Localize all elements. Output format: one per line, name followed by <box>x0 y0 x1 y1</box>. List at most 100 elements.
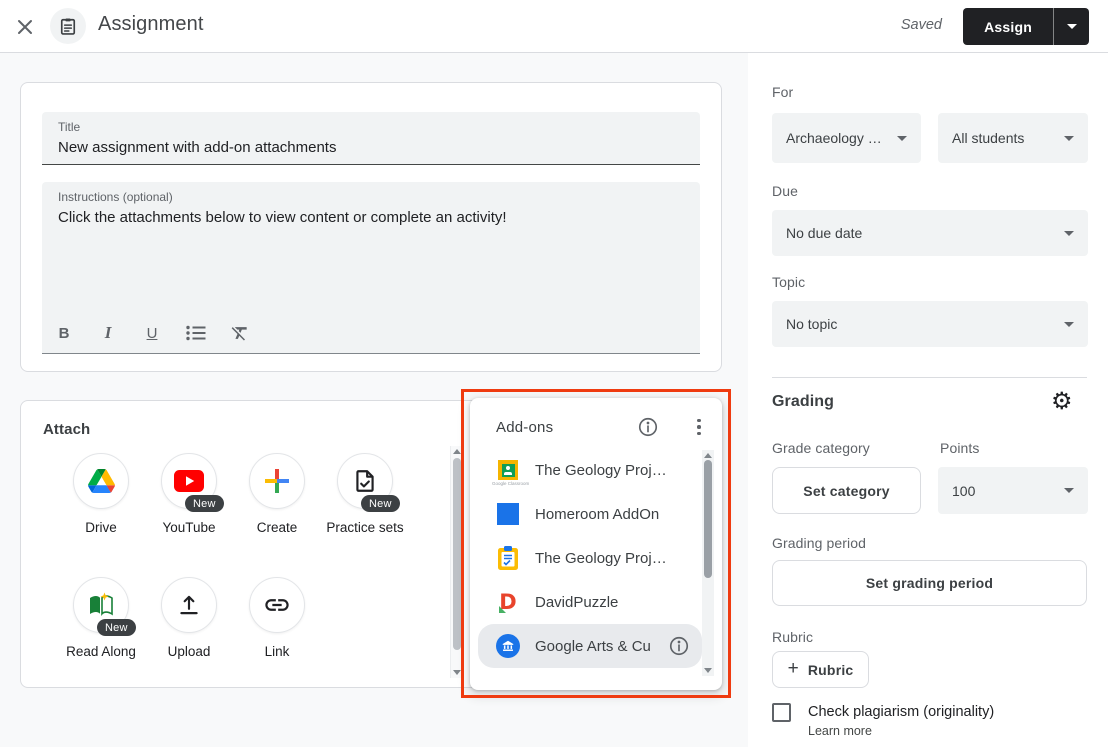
instructions-field-label: Instructions (optional) <box>58 190 684 205</box>
addon-name: The Geology Proj… <box>535 550 667 567</box>
upload-icon <box>161 577 217 633</box>
bulleted-list-button[interactable] <box>182 319 210 347</box>
gear-icon[interactable]: ⚙ <box>1051 390 1073 414</box>
attach-read-along-button[interactable]: Read Along New <box>57 577 145 662</box>
attach-youtube-button[interactable]: YouTube New <box>145 453 233 538</box>
learn-more-link[interactable]: Learn more <box>808 724 872 738</box>
grading-period-label: Grading period <box>772 535 866 551</box>
attach-drive-label: Drive <box>57 518 145 538</box>
page-title: Assignment <box>98 13 204 36</box>
close-icon[interactable] <box>13 15 37 39</box>
more-options-icon[interactable] <box>691 416 707 438</box>
addon-row-homeroom[interactable]: Homeroom AddOn <box>478 492 702 536</box>
addon-name: Google Arts & Cu <box>535 638 651 655</box>
plus-icon: + <box>788 658 799 680</box>
addon-name: The Geology Proj… <box>535 462 667 479</box>
title-field[interactable]: Title New assignment with add-on attachm… <box>42 112 700 165</box>
addons-scrollbar[interactable] <box>702 450 714 676</box>
students-select[interactable]: All students <box>938 113 1088 163</box>
scrollbar-thumb[interactable] <box>704 460 712 578</box>
chevron-down-icon <box>897 136 907 141</box>
addon-name: Homeroom AddOn <box>535 506 659 523</box>
chevron-down-icon <box>1064 322 1074 327</box>
settings-sidebar: For Archaeology … All students Due No du… <box>748 53 1108 747</box>
add-rubric-button-label: Rubric <box>808 662 854 678</box>
classroom-caption: Google Classroom <box>492 481 528 486</box>
info-icon[interactable] <box>637 416 659 438</box>
attach-create-button[interactable]: Create <box>233 453 321 538</box>
grading-heading: Grading <box>772 393 834 411</box>
attach-read-along-label: Read Along <box>57 642 145 662</box>
assign-options-button[interactable] <box>1053 8 1089 45</box>
attach-drive-button[interactable]: Drive <box>57 453 145 538</box>
class-select[interactable]: Archaeology … <box>772 113 921 163</box>
grading-divider <box>772 377 1087 378</box>
new-badge: New <box>361 495 400 512</box>
scroll-up-icon[interactable] <box>704 453 712 458</box>
scroll-up-icon[interactable] <box>453 449 461 454</box>
blue-square-icon <box>496 502 520 526</box>
topic-label: Topic <box>772 274 805 290</box>
title-field-label: Title <box>58 120 684 135</box>
set-grading-period-button[interactable]: Set grading period <box>772 560 1087 606</box>
add-rubric-button[interactable]: + Rubric <box>772 651 869 688</box>
due-label: Due <box>772 183 798 199</box>
attach-scrollbar[interactable] <box>450 446 462 678</box>
set-category-button[interactable]: Set category <box>772 467 921 514</box>
addon-row-geology-2[interactable]: The Geology Proj… <box>478 536 702 580</box>
for-label: For <box>772 84 793 100</box>
plagiarism-checkbox[interactable] <box>772 703 791 722</box>
assignment-form-card: Title New assignment with add-on attachm… <box>20 82 722 372</box>
due-date-value: No due date <box>786 225 1056 241</box>
davidpuzzle-d-icon: D <box>496 590 520 614</box>
formatting-toolbar: B I U <box>42 313 700 353</box>
attach-practice-sets-button[interactable]: Practice sets New <box>321 453 409 538</box>
clear-formatting-button[interactable] <box>226 319 254 347</box>
addon-row-davidpuzzle[interactable]: D DavidPuzzle <box>478 580 702 624</box>
class-select-value: Archaeology … <box>786 130 889 146</box>
addons-popup: Add-ons Google Classroom The Geology Pro… <box>470 398 722 690</box>
scrollbar-thumb[interactable] <box>453 458 461 650</box>
chevron-down-icon <box>1067 24 1077 29</box>
attach-link-button[interactable]: Link <box>233 577 321 662</box>
assignment-editor: For Archaeology … All students Due No du… <box>0 0 1108 747</box>
addon-row-geology-1[interactable]: Google Classroom The Geology Proj… <box>478 448 702 492</box>
assignment-icon <box>50 8 86 44</box>
chevron-down-icon <box>1064 231 1074 236</box>
assign-button[interactable]: Assign <box>963 8 1053 45</box>
topic-select[interactable]: No topic <box>772 301 1088 347</box>
topic-value: No topic <box>786 316 1056 332</box>
attach-upload-button[interactable]: Upload <box>145 577 233 662</box>
saved-status: Saved <box>901 17 942 33</box>
instructions-field-value: Click the attachments below to view cont… <box>58 208 684 228</box>
attach-youtube-label: YouTube <box>145 518 233 538</box>
google-classroom-icon: Google Classroom <box>496 458 520 482</box>
underline-button[interactable]: U <box>138 319 166 347</box>
due-date-select[interactable]: No due date <box>772 210 1088 256</box>
addons-popup-title: Add-ons <box>496 419 553 436</box>
points-value: 100 <box>952 483 1056 499</box>
google-drive-icon <box>73 453 129 509</box>
scroll-down-icon[interactable] <box>453 670 461 675</box>
chevron-down-icon <box>1064 136 1074 141</box>
attach-practice-sets-label: Practice sets <box>321 518 409 538</box>
info-icon[interactable] <box>668 635 690 657</box>
chevron-down-icon <box>1064 488 1074 493</box>
clipboard-check-icon <box>496 546 520 570</box>
students-select-value: All students <box>952 130 1056 146</box>
grade-category-label: Grade category <box>772 440 870 456</box>
instructions-field[interactable]: Instructions (optional) Click the attach… <box>42 182 700 354</box>
new-badge: New <box>97 619 136 636</box>
scroll-down-icon[interactable] <box>704 668 712 673</box>
link-icon <box>249 577 305 633</box>
attach-heading: Attach <box>43 421 90 438</box>
italic-button[interactable]: I <box>94 319 122 347</box>
new-badge: New <box>185 495 224 512</box>
addon-row-google-arts-culture[interactable]: Google Arts & Cu <box>478 624 702 668</box>
top-bar: Assignment Saved Assign <box>0 0 1108 53</box>
google-arts-culture-icon <box>496 634 520 658</box>
points-select[interactable]: 100 <box>938 467 1088 514</box>
attach-link-label: Link <box>233 642 321 662</box>
plagiarism-label: Check plagiarism (originality) <box>808 704 994 720</box>
bold-button[interactable]: B <box>50 319 78 347</box>
